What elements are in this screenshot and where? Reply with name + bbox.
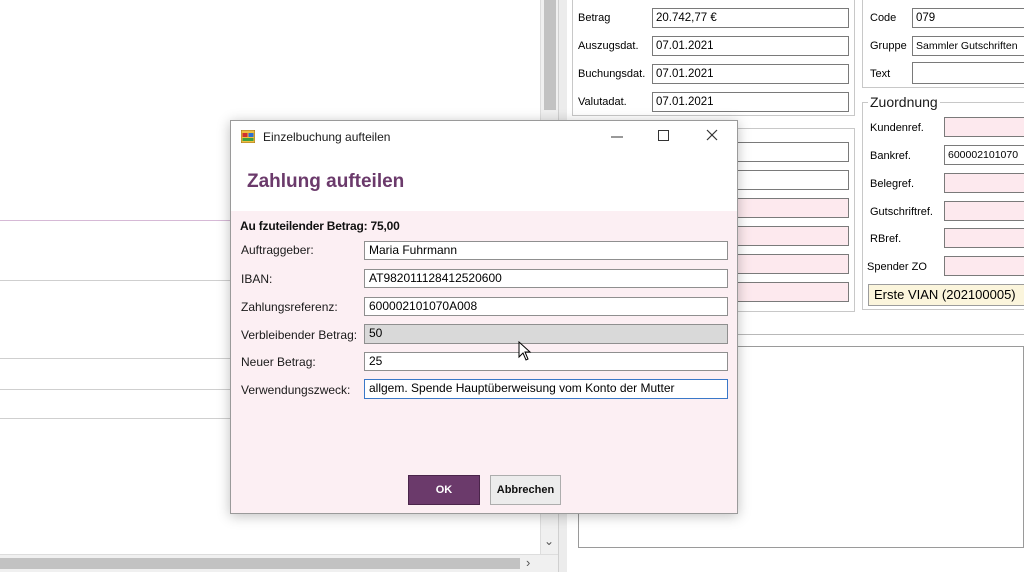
spender-zo-field[interactable] <box>944 256 1024 276</box>
zahlungsreferenz-label: Zahlungsreferenz: <box>241 300 338 314</box>
rbref-label: RBref. <box>870 233 902 245</box>
text-label: Text <box>870 68 891 80</box>
text-field[interactable] <box>912 62 1024 84</box>
close-icon[interactable] <box>706 129 718 141</box>
scrollbar-h-thumb[interactable] <box>0 558 520 569</box>
zahlungsreferenz-field[interactable]: 600002101070A008 <box>364 297 728 316</box>
iban-field[interactable]: AT982011128412520600 <box>364 269 728 288</box>
app-window-icon <box>240 129 256 144</box>
detail-field-5[interactable] <box>735 254 849 274</box>
detail-field-1[interactable] <box>735 142 849 162</box>
amount-to-split: Au fzuteilender Betrag: 75,00 <box>240 219 400 233</box>
code-label: Code <box>870 12 897 24</box>
zuordnung-title: Zuordnung <box>868 94 940 110</box>
left-pane-line <box>0 280 232 281</box>
scroll-right-icon[interactable]: › <box>526 555 530 570</box>
verwendungszweck-field[interactable]: allgem. Spende Hauptüberweisung vom Kont… <box>364 379 728 399</box>
kundenref-field[interactable] <box>944 117 1024 137</box>
dialog-titlebar[interactable]: Einzelbuchung aufteilen <box>231 121 737 153</box>
auszugsdat-label: Auszugsdat. <box>578 40 639 52</box>
detail-field-2[interactable] <box>735 170 849 190</box>
maximize-icon[interactable] <box>658 130 670 142</box>
spender-zo-label: Spender ZO <box>867 261 927 273</box>
verwendungszweck-label: Verwendungszweck: <box>241 383 351 397</box>
gruppe-field[interactable]: Sammler Gutschriften <box>912 36 1024 56</box>
kundenref-label: Kundenref. <box>870 122 924 134</box>
scrollbar-thumb[interactable] <box>544 0 556 110</box>
valutadat-label: Valutadat. <box>578 96 627 108</box>
minimize-icon[interactable] <box>611 129 623 143</box>
dialog-header: Zahlung aufteilen <box>231 153 737 211</box>
belegref-label: Belegref. <box>870 178 915 190</box>
left-pane-line <box>0 418 232 419</box>
auszugsdat-field[interactable]: 07.01.2021 <box>652 36 849 56</box>
buchungsdat-label: Buchungsdat. <box>578 68 646 80</box>
auftraggeber-field[interactable]: Maria Fuhrmann <box>364 241 728 260</box>
neuer-betrag-label: Neuer Betrag: <box>241 355 316 369</box>
betrag-field[interactable]: 20.742,77 € <box>652 8 849 28</box>
rbref-field[interactable] <box>944 228 1024 248</box>
dialog-heading: Zahlung aufteilen <box>247 171 405 192</box>
buchungsdat-field[interactable]: 07.01.2021 <box>652 64 849 84</box>
neuer-betrag-field[interactable]: 25 <box>364 352 728 371</box>
ok-button[interactable]: OK <box>408 475 480 505</box>
valutadat-field[interactable]: 07.01.2021 <box>652 92 849 112</box>
verbleibender-betrag-label: Verbleibender Betrag: <box>241 328 358 342</box>
betrag-label: Betrag <box>578 12 611 24</box>
left-pane-line <box>0 358 232 359</box>
detail-field-3[interactable] <box>735 198 849 218</box>
split-booking-dialog: Einzelbuchung aufteilen Zahlung aufteile… <box>230 120 738 514</box>
gutschriftref-label: Gutschriftref. <box>870 206 933 218</box>
cancel-button[interactable]: Abbrechen <box>490 475 561 505</box>
verbleibender-betrag-field: 50 <box>364 324 728 344</box>
mouse-cursor-icon <box>518 340 532 361</box>
bankref-field[interactable]: 600002101070 <box>944 145 1024 165</box>
horizontal-scrollbar[interactable]: › <box>0 554 558 572</box>
gutschriftref-field[interactable] <box>944 201 1024 221</box>
left-pane-line <box>0 389 232 390</box>
iban-label: IBAN: <box>241 272 273 286</box>
bankref-label: Bankref. <box>870 150 911 162</box>
belegref-field[interactable] <box>944 173 1024 193</box>
spender-name-badge[interactable]: Erste VIAN (202100005) <box>868 284 1024 306</box>
detail-field-4[interactable] <box>735 226 849 246</box>
detail-field-6[interactable] <box>735 282 849 302</box>
scroll-down-icon[interactable]: ⌄ <box>544 534 554 548</box>
dialog-window-title: Einzelbuchung aufteilen <box>263 130 391 144</box>
gruppe-label: Gruppe <box>870 40 907 52</box>
code-field[interactable]: 079 <box>912 8 1024 28</box>
auftraggeber-label: Auftraggeber: <box>241 243 314 257</box>
left-pane-line <box>0 220 232 221</box>
